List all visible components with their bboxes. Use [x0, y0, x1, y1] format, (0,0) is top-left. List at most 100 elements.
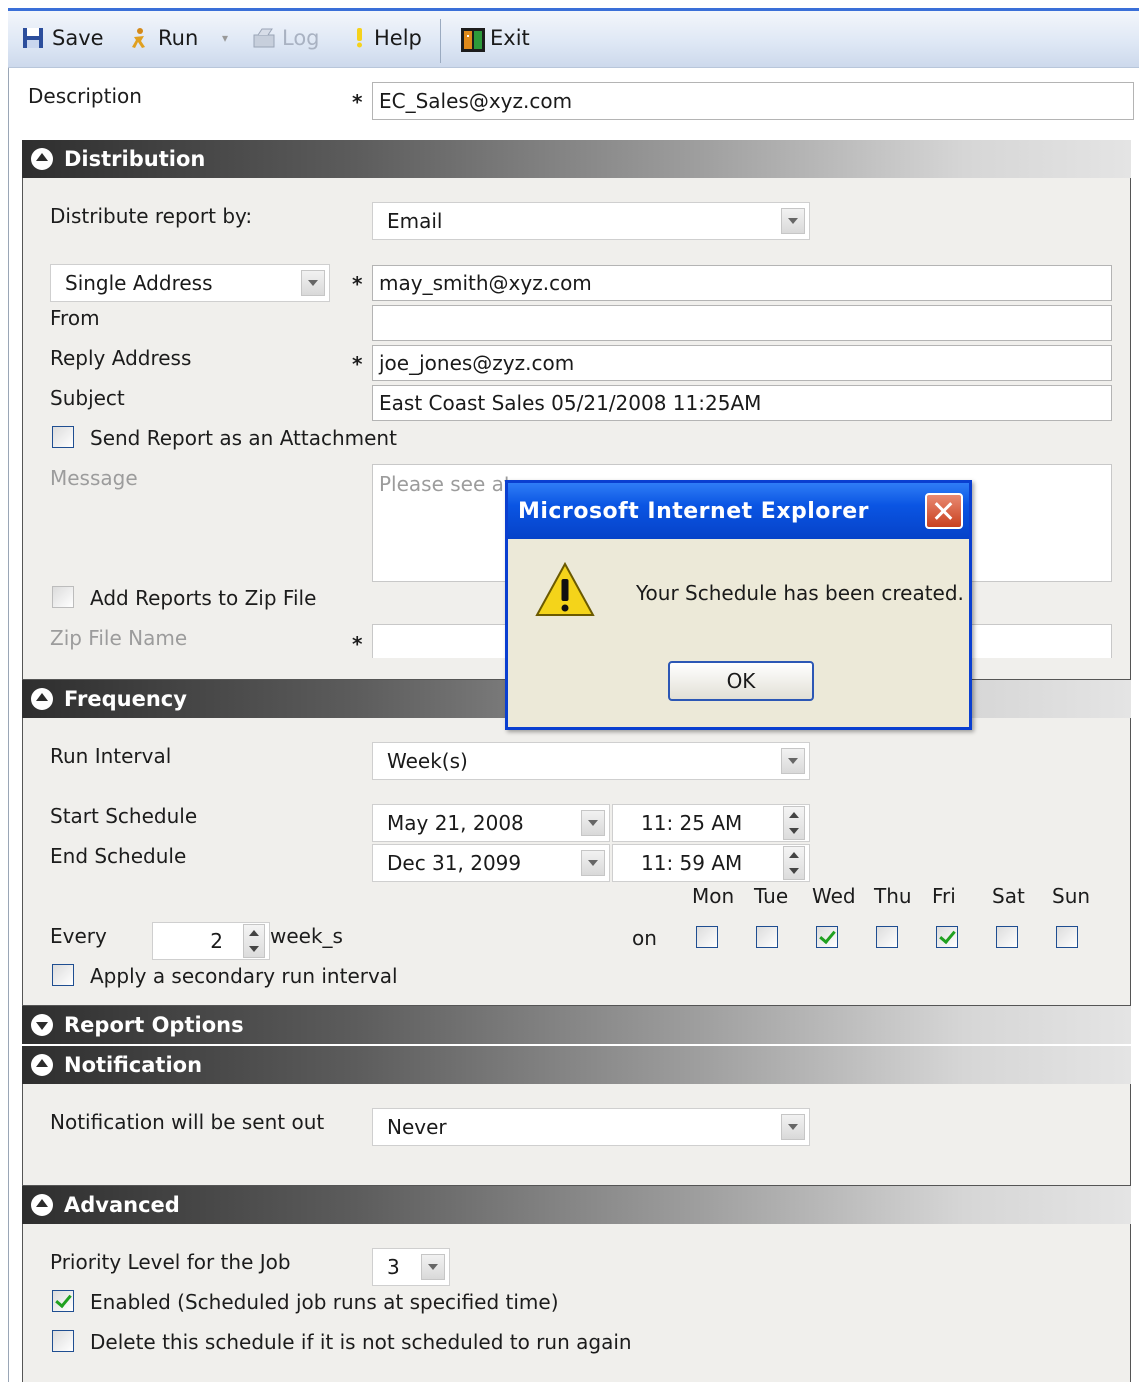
- log-label: Log: [282, 26, 320, 50]
- start-time-value: 11: 25 AM: [641, 811, 743, 835]
- day-checkbox-tue[interactable]: [756, 926, 778, 948]
- log-button[interactable]: Log: [252, 23, 320, 53]
- secondary-interval-checkbox[interactable]: [52, 964, 74, 986]
- distribute-by-label: Distribute report by:: [50, 204, 253, 228]
- secondary-interval-label: Apply a secondary run interval: [90, 964, 398, 988]
- run-interval-label: Run Interval: [50, 744, 172, 768]
- subject-input[interactable]: East Coast Sales 05/21/2008 11:25AM: [372, 385, 1112, 421]
- notification-title: Notification: [64, 1053, 203, 1077]
- day-checkbox-fri[interactable]: [936, 926, 958, 948]
- ok-button[interactable]: OK: [668, 661, 814, 701]
- description-input[interactable]: EC_Sales@xyz.com: [372, 82, 1134, 120]
- day-checkbox-mon[interactable]: [696, 926, 718, 948]
- dropdown-arrow-icon: [581, 810, 605, 836]
- day-checkbox-sun[interactable]: [1056, 926, 1078, 948]
- collapse-arrow-icon: [31, 688, 53, 710]
- end-date-value: Dec 31, 2099: [387, 851, 522, 875]
- advanced-title: Advanced: [64, 1193, 180, 1217]
- run-interval-select[interactable]: Week(s): [372, 742, 810, 780]
- every-unit-label: week_s: [270, 924, 343, 948]
- distribute-by-value: Email: [387, 209, 443, 233]
- section-header-distribution[interactable]: Distribution: [22, 140, 1131, 178]
- section-header-notification[interactable]: Notification: [22, 1046, 1131, 1084]
- address-type-value: Single Address: [65, 271, 213, 295]
- save-button[interactable]: Save: [22, 23, 104, 53]
- priority-select[interactable]: 3: [372, 1248, 450, 1286]
- time-spinner-icon[interactable]: [783, 846, 805, 880]
- report-options-title: Report Options: [64, 1013, 244, 1037]
- address-type-select[interactable]: Single Address: [50, 264, 330, 302]
- start-date-value: May 21, 2008: [387, 811, 524, 835]
- day-checkbox-thu[interactable]: [876, 926, 898, 948]
- start-time-input[interactable]: 11: 25 AM: [612, 804, 810, 842]
- delete-schedule-checkbox[interactable]: [52, 1330, 74, 1352]
- chevron-down-icon: ▾: [222, 31, 229, 45]
- day-label-mon: Mon: [692, 884, 735, 908]
- alert-dialog: Microsoft Internet Explorer Your Schedul…: [505, 480, 972, 730]
- exit-label: Exit: [490, 26, 530, 50]
- every-spinner-icon[interactable]: [243, 924, 265, 958]
- end-time-input[interactable]: 11: 59 AM: [612, 844, 810, 882]
- end-date-select[interactable]: Dec 31, 2099: [372, 844, 610, 882]
- distribution-title: Distribution: [64, 147, 206, 171]
- priority-label: Priority Level for the Job: [50, 1250, 291, 1274]
- end-time-value: 11: 59 AM: [641, 851, 743, 875]
- start-date-select[interactable]: May 21, 2008: [372, 804, 610, 842]
- dialog-message: Your Schedule has been created.: [636, 581, 964, 605]
- reply-address-input[interactable]: joe_jones@zyz.com: [372, 345, 1112, 381]
- help-button[interactable]: Help: [352, 23, 422, 53]
- day-checkbox-sat[interactable]: [996, 926, 1018, 948]
- collapse-arrow-icon: [31, 1194, 53, 1216]
- day-checkbox-wed[interactable]: [816, 926, 838, 948]
- required-marker: *: [352, 272, 363, 296]
- dropdown-arrow-icon: [301, 270, 325, 296]
- dropdown-arrow-icon: [781, 748, 805, 774]
- every-label: Every: [50, 924, 107, 948]
- exit-button[interactable]: Exit: [460, 23, 530, 53]
- notification-value: Never: [387, 1115, 447, 1139]
- run-button[interactable]: Run: [128, 23, 198, 53]
- notification-select[interactable]: Never: [372, 1108, 810, 1146]
- end-schedule-label: End Schedule: [50, 844, 187, 868]
- run-dropdown-button[interactable]: ▾: [222, 23, 228, 53]
- dropdown-arrow-icon: [781, 1114, 805, 1140]
- dialog-title-bar[interactable]: Microsoft Internet Explorer: [508, 483, 969, 539]
- distribute-by-select[interactable]: Email: [372, 202, 810, 240]
- save-label: Save: [52, 26, 104, 50]
- close-icon[interactable]: [925, 493, 963, 529]
- attachment-label: Send Report as an Attachment: [90, 426, 397, 450]
- day-label-thu: Thu: [874, 884, 912, 908]
- every-value: 2: [210, 929, 223, 953]
- help-label: Help: [374, 26, 422, 50]
- attachment-checkbox[interactable]: [52, 426, 74, 448]
- every-input[interactable]: 2: [152, 922, 270, 960]
- help-exclamation-icon: [352, 27, 366, 49]
- required-marker: *: [352, 632, 363, 656]
- run-person-icon: [128, 27, 150, 49]
- exit-door-icon: [460, 27, 485, 52]
- collapse-arrow-icon: [31, 148, 53, 170]
- subject-label: Subject: [50, 386, 125, 410]
- required-marker: *: [352, 90, 363, 114]
- enabled-checkbox[interactable]: [52, 1290, 74, 1312]
- description-label: Description: [28, 84, 142, 108]
- day-label-wed: Wed: [812, 884, 856, 908]
- priority-value: 3: [387, 1255, 400, 1279]
- address-input[interactable]: may_smith@xyz.com: [372, 265, 1112, 301]
- dropdown-arrow-icon: [581, 850, 605, 876]
- from-input[interactable]: [372, 305, 1112, 341]
- warning-icon: [534, 561, 596, 624]
- frequency-title: Frequency: [64, 687, 187, 711]
- enabled-label: Enabled (Scheduled job runs at specified…: [90, 1290, 559, 1314]
- log-icon: [252, 27, 275, 49]
- collapse-arrow-icon: [31, 1054, 53, 1076]
- message-label: Message: [50, 466, 138, 490]
- section-header-report-options[interactable]: Report Options: [22, 1006, 1131, 1044]
- day-label-fri: Fri: [932, 884, 956, 908]
- zip-checkbox[interactable]: [52, 586, 74, 608]
- time-spinner-icon[interactable]: [783, 806, 805, 840]
- reply-address-label: Reply Address: [50, 346, 192, 370]
- toolbar: Save Run ▾ Log Help Exit: [8, 8, 1139, 68]
- day-label-sun: Sun: [1052, 884, 1091, 908]
- section-header-advanced[interactable]: Advanced: [22, 1186, 1131, 1224]
